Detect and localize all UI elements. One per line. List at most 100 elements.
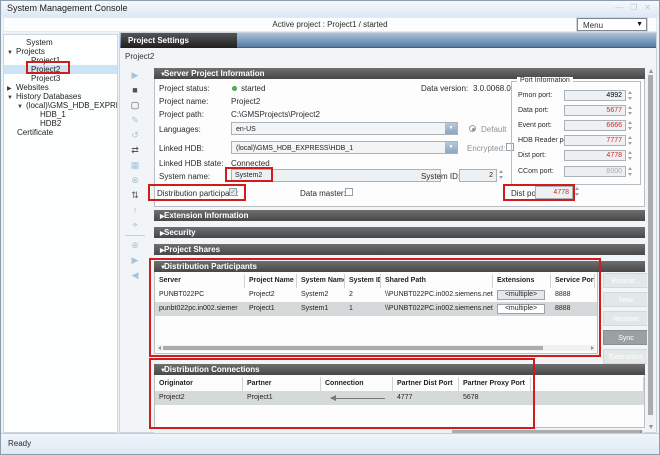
data-port-field[interactable]: 5677 [564,105,626,116]
save-icon[interactable]: ▦ [120,158,150,173]
tree-item-project1[interactable]: Project1 [4,56,117,65]
tree-item-hdb2[interactable]: HDB2 [4,119,117,128]
column-service-port[interactable]: Service Port [551,274,595,288]
event-port-spinner[interactable] [627,120,634,132]
menu-dropdown[interactable]: Menu ▼ [577,18,647,31]
column-connection[interactable]: Connection [321,377,393,391]
close-button[interactable]: ✕ [644,3,651,12]
edit-project-icon[interactable]: ✎ [120,113,150,128]
column-originator[interactable]: Originator [155,377,243,391]
cancel-icon[interactable]: ⊗ [120,173,150,188]
add-icon[interactable]: ⊕ [120,238,150,253]
table-row[interactable]: punbt022pc.in002.siemer Project1 System1… [155,302,597,316]
system-id-spinner[interactable] [498,169,505,181]
section-distribution-connections-header[interactable]: ▼Distribution Connections [154,364,645,375]
cell-partner-proxy-port: 5678 [459,391,531,405]
tree-item-label: History Databases [16,92,81,101]
tree-item-project3[interactable]: Project3 [4,74,117,83]
scroll-up-icon[interactable] [649,69,653,73]
extensions-dropdown[interactable]: <multiple> [497,290,545,300]
pmon-port-spinner[interactable] [627,90,634,102]
hdb-reader-port-spinner[interactable] [627,135,634,147]
scroll-right-icon[interactable] [591,346,594,350]
tree-item-label: Projects [16,47,45,56]
sync-button[interactable]: Sync [603,330,649,345]
tab-project-settings[interactable]: Project Settings [121,33,237,48]
pmon-port-field[interactable]: 4992 [564,90,626,101]
vertical-scrollbar[interactable] [647,68,654,430]
dist-port-field[interactable]: 4778 [535,186,573,199]
extensions-dropdown[interactable]: <multiple> [497,304,545,314]
deactivate-icon[interactable]: ◀ [120,268,150,283]
column-partner[interactable]: Partner [243,377,321,391]
dist-port-spinner[interactable] [574,186,581,198]
expander-icon: ▼ [7,94,16,101]
dist-port2-field[interactable]: 4778 [564,150,626,161]
section-security-header[interactable]: ▶Security [154,227,645,238]
scroll-down-icon[interactable] [649,425,653,429]
section-title: Extension Information [164,211,248,220]
section-title: Server Project Information [164,69,264,78]
event-port-field[interactable]: 6666 [564,120,626,131]
chevron-down-icon[interactable]: ▼ [445,123,457,134]
participants-horizontal-scrollbar[interactable] [157,345,595,351]
data-port-spinner[interactable] [627,105,634,117]
column-partner-dist-port[interactable]: Partner Dist Port [393,377,459,391]
column-extensions[interactable]: Extensions [493,274,551,288]
section-extension-information-header[interactable]: ▶Extension Information [154,210,645,221]
linked-hdb-dropdown[interactable]: (local)\GMS_HDB_EXPRESS\HDB_1 ▼ [231,141,458,154]
new-button[interactable]: New [603,292,649,307]
expander-icon: ▶ [154,246,164,257]
unlink-hdb-icon[interactable]: ⇅ [120,188,150,203]
tree-item-history-databases[interactable]: ▼History Databases [4,92,117,101]
column-system-name[interactable]: System Name [297,274,345,288]
column-server[interactable]: Server [155,274,245,288]
upgrade-project-icon[interactable]: ↑ [120,203,150,218]
column-system-id[interactable]: System ID [345,274,381,288]
system-id-field[interactable]: 2 [459,169,497,182]
chevron-down-icon[interactable]: ▼ [445,142,457,153]
scrollbar-thumb[interactable] [648,75,653,415]
section-distribution-participants-header[interactable]: ▼Distribution Participants [154,261,645,272]
tree-item-system[interactable]: System [4,38,117,47]
table-row[interactable]: Project2 Project1 4777 5678 [155,391,644,405]
activate-icon[interactable]: ▶ [120,253,150,268]
languages-dropdown[interactable]: en-US ▼ [231,122,458,135]
expander-icon: ▶ [154,212,164,223]
scrollbar-thumb[interactable] [163,346,543,350]
scroll-left-icon[interactable] [158,346,161,350]
pmon-port-label: Pmon port: [518,92,552,99]
table-row[interactable]: PUNBT022PC Project2 System2 2 \\PUNBT022… [155,288,597,302]
remove-button[interactable]: Remove [603,311,649,326]
link-hdb-icon[interactable]: ⇄ [120,143,150,158]
port-information-title: Port Information [517,77,573,84]
tree-item-hdb1[interactable]: HDB_1 [4,110,117,119]
column-shared-path[interactable]: Shared Path [381,274,493,288]
stop-project-icon[interactable]: ■ [120,83,150,98]
dist-port2-spinner[interactable] [627,150,634,162]
default-language-radio[interactable] [469,125,476,132]
tree-item-certificate[interactable]: Certificate [4,128,117,137]
tree-item-websites[interactable]: ▶Websites [4,83,117,92]
system-name-field[interactable]: System2 [231,169,441,182]
tree-item-project2[interactable]: Project2 [4,65,117,74]
minimize-button[interactable]: — [615,3,623,12]
start-project-icon[interactable]: ▶ [120,68,150,83]
tree-item-gms-hdb-express[interactable]: ▼(local)\GMS_HDB_EXPRESS [4,101,117,110]
project-toolbar: ▶ ■ ▢ ✎ ↺ ⇄ ▦ ⊗ ⇅ ↑ ⌖ ⊕ ▶ ◀ [120,68,150,283]
cell-server: PUNBT022PC [155,288,245,302]
section-project-shares-header[interactable]: ▶Project Shares [154,244,645,255]
pin-icon[interactable]: ⌖ [120,218,150,233]
browse-button[interactable]: Browse... [603,273,649,288]
column-project-name[interactable]: Project Name [245,274,297,288]
restore-project-icon[interactable]: ↺ [120,128,150,143]
hdb-reader-port-field[interactable]: 7777 [564,135,626,146]
extensions-button[interactable]: Extensions [603,349,649,364]
menu-bar: Active project : Project1 / started Menu… [3,17,657,32]
data-master-checkbox[interactable] [345,188,353,196]
column-partner-proxy-port[interactable]: Partner Proxy Port [459,377,531,391]
tree-item-projects[interactable]: ▼Projects [4,47,117,56]
distribution-participant-checkbox[interactable]: ✓ [229,188,237,196]
new-project-icon[interactable]: ▢ [120,98,150,113]
maximize-button[interactable]: ❐ [630,3,637,12]
